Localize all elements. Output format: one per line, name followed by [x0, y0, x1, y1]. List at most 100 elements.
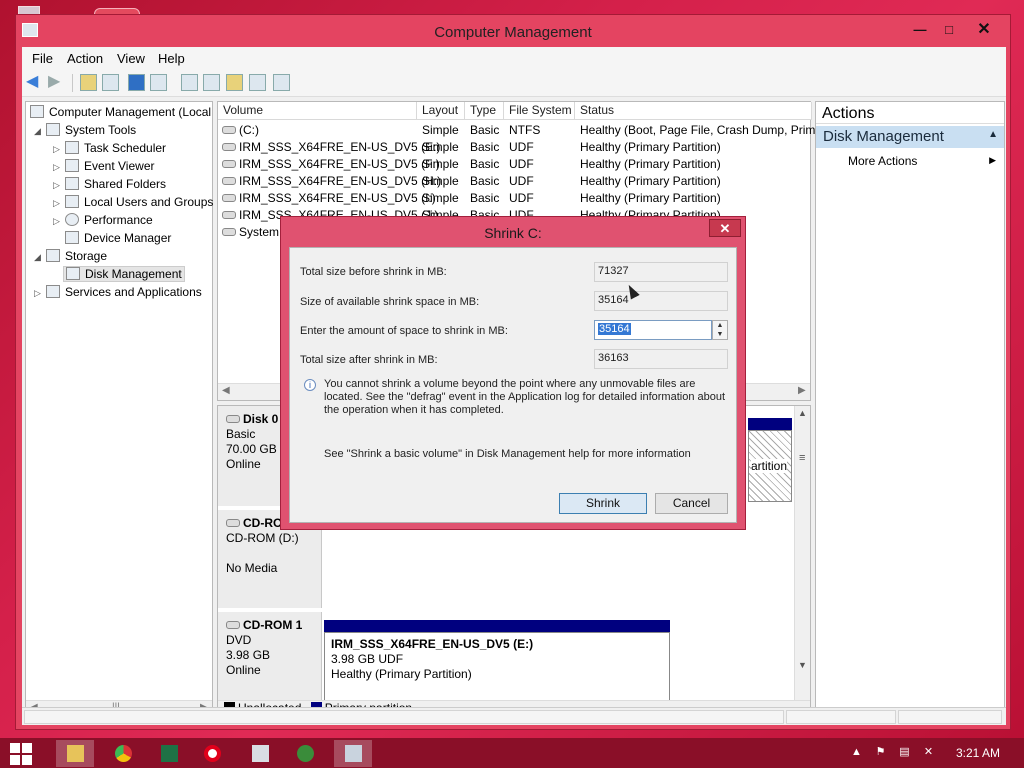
- scroll-right-arrow-icon[interactable]: ▶: [798, 385, 806, 396]
- event-viewer-icon: [65, 159, 79, 172]
- actions-section-disk-management[interactable]: Disk Management ▲: [816, 126, 1004, 148]
- expand-arrow-icon[interactable]: ▷: [53, 162, 65, 173]
- toolbar: ◀ ▶: [22, 69, 1006, 97]
- column-header-file-system[interactable]: File System: [504, 102, 575, 120]
- scroll-up-arrow-icon[interactable]: ▲: [798, 408, 807, 418]
- shrink-button[interactable]: Shrink: [559, 493, 647, 514]
- expand-arrow-icon[interactable]: ▷: [53, 216, 65, 227]
- drive-icon: [222, 228, 236, 236]
- drive-icon: [222, 126, 236, 134]
- up-folder-icon[interactable]: [80, 74, 97, 91]
- dialog-close-button[interactable]: ✕: [709, 219, 741, 237]
- refresh-icon[interactable]: [181, 74, 198, 91]
- help-icon[interactable]: [128, 74, 145, 91]
- shrink-amount-input[interactable]: 35164: [594, 320, 712, 340]
- scroll-thumb[interactable]: ≡: [799, 452, 805, 464]
- collapse-arrow-icon[interactable]: ◢: [34, 252, 46, 263]
- network-icon[interactable]: ▤: [898, 746, 911, 758]
- cdrom0-media: No Media: [226, 561, 278, 575]
- taskbar-file-explorer[interactable]: [56, 740, 94, 767]
- tree-node-disk-management[interactable]: Disk Management: [63, 266, 185, 282]
- cell-status: Healthy (Primary Partition): [580, 191, 721, 205]
- lower-vertical-scrollbar[interactable]: ▲ ≡ ▼: [794, 406, 810, 700]
- menu-file[interactable]: File: [32, 51, 53, 66]
- table-row[interactable]: IRM_SSS_X64FRE_EN-US_DV5 (I:) Simple Basic…: [218, 190, 810, 207]
- show-hidden-icons[interactable]: ▲: [850, 746, 863, 758]
- open-icon[interactable]: [226, 74, 243, 91]
- find-icon[interactable]: [249, 74, 266, 91]
- cdrom-icon: [226, 621, 240, 629]
- table-row[interactable]: (C:) Simple Basic NTFS Healthy (Boot, Page F…: [218, 122, 822, 139]
- tree-node-root[interactable]: Computer Management (Local: [30, 105, 211, 119]
- clock-icon: [65, 141, 79, 154]
- taskbar-opera[interactable]: [193, 740, 231, 767]
- flag-icon[interactable]: ⚑: [874, 746, 887, 758]
- scroll-down-arrow-icon[interactable]: ▼: [798, 660, 807, 670]
- tree-node-device-manager[interactable]: Device Manager: [65, 231, 171, 245]
- tree-node-performance[interactable]: ▷ Performance: [53, 213, 153, 227]
- cell-status: Healthy (Primary Partition): [580, 140, 721, 154]
- close-button[interactable]: ✕: [962, 19, 1006, 41]
- cell-layout: Simple: [422, 157, 459, 171]
- column-header-type[interactable]: Type: [465, 102, 504, 120]
- column-header-volume[interactable]: Volume: [218, 102, 417, 120]
- disk0-partition[interactable]: artition: [748, 430, 792, 502]
- clock[interactable]: 3:21 AM: [956, 746, 1000, 760]
- tree-node-storage[interactable]: ◢ Storage: [34, 249, 107, 263]
- tree-node-local-users[interactable]: ▷ Local Users and Groups: [53, 195, 213, 209]
- expand-arrow-icon[interactable]: ▷: [34, 288, 46, 299]
- collapse-arrow-icon[interactable]: ◢: [34, 126, 46, 137]
- menu-help[interactable]: Help: [158, 51, 185, 66]
- disk-icon: [226, 415, 240, 423]
- taskbar-chrome[interactable]: [104, 740, 142, 767]
- expand-arrow-icon[interactable]: ▷: [53, 144, 65, 155]
- menu-bar: File Action View Help: [22, 47, 1006, 69]
- expand-arrow-icon[interactable]: ▷: [53, 198, 65, 209]
- column-header-status[interactable]: Status: [575, 102, 812, 120]
- tree-node-system-tools[interactable]: ◢ System Tools: [34, 123, 136, 137]
- cdrom1-info[interactable]: CD-ROM 1 DVD 3.98 GB Online: [218, 612, 322, 704]
- tree-node-task-scheduler[interactable]: ▷ Task Scheduler: [53, 141, 166, 155]
- table-row[interactable]: IRM_SSS_X64FRE_EN-US_DV5 (H:) Simple Basic…: [218, 173, 810, 190]
- menu-view[interactable]: View: [117, 51, 145, 66]
- show-hide-tree-icon[interactable]: [102, 74, 119, 91]
- dialog-body: Total size before shrink in MB: 71327 Si…: [289, 247, 737, 523]
- menu-action[interactable]: Action: [67, 51, 103, 66]
- maximize-button[interactable]: □: [935, 19, 963, 41]
- table-row[interactable]: IRM_SSS_X64FRE_EN-US_DV5 (E:) Simple Basic…: [218, 139, 810, 156]
- actions-pane: Actions Disk Management ▲ More Actions ▶: [815, 101, 1005, 717]
- tree-node-shared-folders[interactable]: ▷ Shared Folders: [53, 177, 166, 191]
- properties-icon[interactable]: [150, 74, 167, 91]
- performance-icon: [65, 213, 79, 226]
- taskbar-computer-management[interactable]: [334, 740, 372, 767]
- back-arrow-icon[interactable]: ◀: [26, 74, 43, 91]
- tools-icon: [46, 123, 60, 136]
- cdrom1-name: CD-ROM 1: [226, 618, 313, 633]
- volume-muted-icon[interactable]: ✕: [922, 746, 935, 758]
- chrome-icon: [115, 745, 132, 762]
- cancel-button[interactable]: Cancel: [655, 493, 728, 514]
- minimize-button[interactable]: —: [906, 19, 934, 41]
- submenu-arrow-icon[interactable]: ▶: [989, 155, 996, 166]
- table-row[interactable]: IRM_SSS_X64FRE_EN-US_DV5 (F:) Simple Basic…: [218, 156, 810, 173]
- column-header-layout[interactable]: Layout: [417, 102, 465, 120]
- help-note: See "Shrink a basic volume" in Disk Mana…: [324, 448, 691, 460]
- forward-arrow-icon[interactable]: ▶: [48, 74, 65, 91]
- settings-icon[interactable]: [273, 74, 290, 91]
- taskbar-excel[interactable]: [150, 740, 188, 767]
- shrink-amount-stepper[interactable]: ▲ ▼: [712, 320, 728, 340]
- more-actions-link[interactable]: More Actions: [848, 154, 917, 168]
- taskbar-document[interactable]: [241, 740, 279, 767]
- shrink-dialog: Shrink C: ✕ Total size before shrink in …: [280, 216, 746, 530]
- export-icon[interactable]: [203, 74, 220, 91]
- drive-icon: [222, 194, 236, 202]
- taskbar-globe[interactable]: [286, 740, 324, 767]
- tree-node-event-viewer[interactable]: ▷ Event Viewer: [53, 159, 154, 173]
- start-button[interactable]: [10, 743, 32, 765]
- cdrom1-volume[interactable]: IRM_SSS_X64FRE_EN-US_DV5 (E:) 3.98 GB UD…: [324, 632, 670, 704]
- expand-arrow-icon[interactable]: ▷: [53, 180, 65, 191]
- collapse-arrow-icon[interactable]: ▲: [988, 129, 998, 140]
- tree-node-services[interactable]: ▷ Services and Applications: [34, 285, 202, 299]
- cell-type: Basic: [470, 191, 500, 205]
- scroll-left-arrow-icon[interactable]: ◀: [222, 385, 230, 396]
